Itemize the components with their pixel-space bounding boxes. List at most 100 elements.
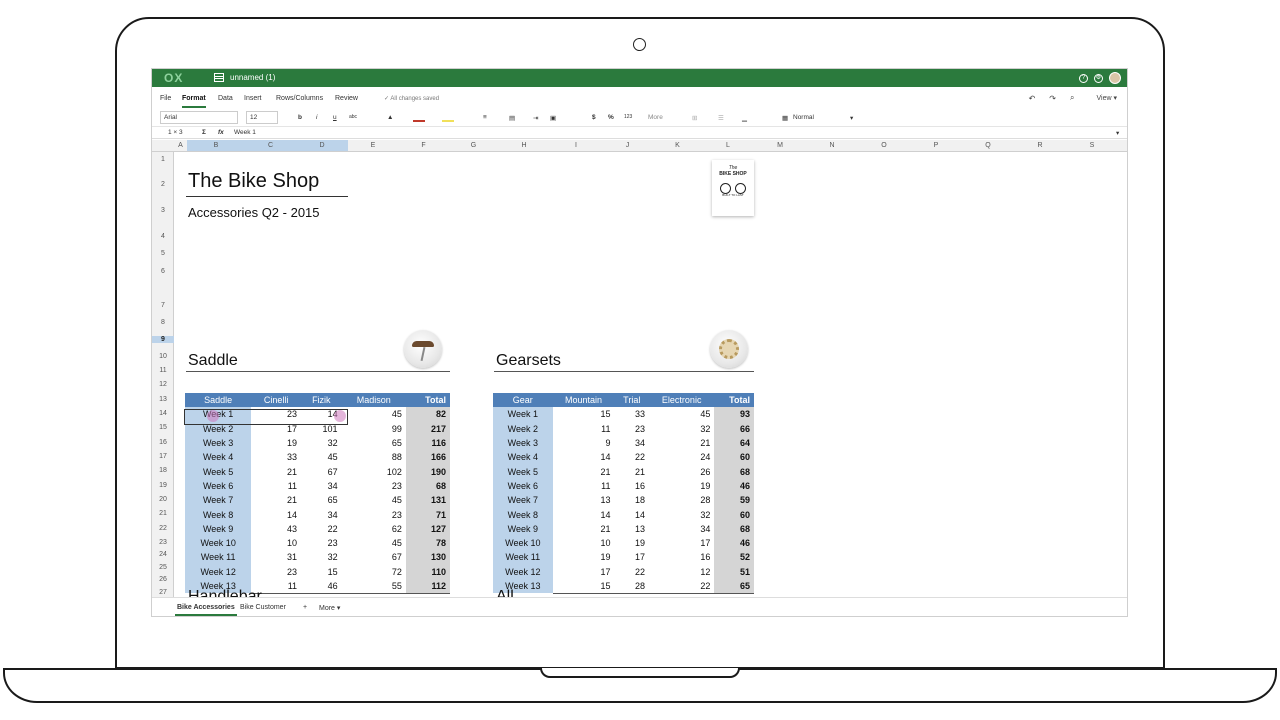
total-cell[interactable]: 60	[714, 507, 754, 522]
value-cell[interactable]: 33	[614, 407, 649, 421]
value-cell[interactable]: 23	[301, 536, 342, 550]
range-indicator[interactable]: 1 × 3	[168, 129, 183, 136]
row-header[interactable]: 26	[152, 576, 174, 583]
value-cell[interactable]: 55	[342, 579, 406, 593]
sum-icon[interactable]: Σ	[202, 129, 206, 136]
column-header[interactable]: R	[1014, 142, 1066, 149]
value-cell[interactable]: 45	[301, 450, 342, 464]
app-logo[interactable]: OX	[164, 71, 183, 85]
row-label-cell[interactable]: Week 2	[493, 421, 553, 436]
row-header[interactable]: 5	[152, 250, 174, 257]
row-label-cell[interactable]: Week 6	[493, 478, 553, 494]
value-cell[interactable]: 14	[553, 450, 615, 464]
tab-bike-accessories[interactable]: Bike Accessories	[175, 604, 237, 616]
total-cell[interactable]: 52	[714, 550, 754, 565]
row-label-cell[interactable]: Week 12	[493, 564, 553, 579]
total-cell[interactable]: 130	[405, 550, 450, 565]
value-cell[interactable]: 17	[251, 422, 301, 436]
column-header[interactable]: J	[602, 142, 653, 149]
total-cell[interactable]: 93	[714, 407, 754, 422]
row-header[interactable]: 7	[152, 302, 174, 309]
total-cell[interactable]: 64	[714, 435, 754, 451]
column-header[interactable]: D	[296, 140, 348, 151]
row-label-cell[interactable]: Week 12	[185, 564, 252, 579]
value-cell[interactable]: 88	[342, 450, 406, 464]
row-label-cell[interactable]: Week 4	[493, 450, 553, 465]
italic-button[interactable]: i	[316, 114, 317, 121]
value-cell[interactable]: 23	[342, 507, 406, 521]
value-cell[interactable]: 45	[342, 407, 406, 421]
total-cell[interactable]: 82	[405, 407, 450, 422]
row-label-cell[interactable]: Week 8	[185, 507, 252, 522]
row-header[interactable]: 3	[152, 207, 174, 214]
value-cell[interactable]: 45	[342, 536, 406, 550]
value-cell[interactable]: 22	[614, 450, 649, 464]
value-cell[interactable]: 22	[301, 522, 342, 536]
bold-button[interactable]: b	[298, 114, 302, 121]
expand-formula-icon[interactable]: ▾	[1116, 129, 1119, 137]
row-label-cell[interactable]: Week 1	[493, 407, 553, 422]
column-header-cell[interactable]: Total	[714, 393, 754, 408]
value-cell[interactable]: 17	[553, 565, 615, 579]
underline-button[interactable]: u	[333, 114, 337, 121]
menu-rows-columns[interactable]: Rows/Columns	[276, 95, 323, 102]
redo-icon[interactable]: ↷	[1049, 94, 1056, 103]
row-header[interactable]: 19	[152, 482, 174, 489]
row-label-cell[interactable]: Week 11	[185, 550, 252, 565]
more-button[interactable]: More	[648, 114, 663, 121]
row-header[interactable]: 15	[152, 424, 174, 431]
value-cell[interactable]: 21	[251, 464, 301, 478]
menu-format[interactable]: Format	[182, 95, 206, 108]
help-icon[interactable]: ?	[1079, 73, 1088, 83]
total-cell[interactable]: 46	[714, 478, 754, 494]
value-cell[interactable]: 16	[649, 550, 714, 564]
value-cell[interactable]: 28	[649, 493, 714, 507]
row-label-cell[interactable]: Week 9	[185, 521, 252, 536]
row-header[interactable]: 14	[152, 410, 174, 417]
value-cell[interactable]: 14	[614, 507, 649, 521]
cell-style-select[interactable]: Normal	[793, 114, 814, 121]
value-cell[interactable]: 31	[251, 550, 301, 564]
font-color-icon[interactable]	[413, 114, 425, 122]
avatar[interactable]	[1109, 72, 1121, 84]
row-header[interactable]: 24	[152, 551, 174, 558]
value-cell[interactable]: 32	[649, 507, 714, 521]
value-cell[interactable]: 34	[614, 436, 649, 450]
row-label-cell[interactable]: Week 7	[493, 493, 553, 508]
value-cell[interactable]: 32	[301, 550, 342, 564]
total-cell[interactable]: 46	[714, 535, 754, 551]
value-cell[interactable]: 13	[614, 522, 649, 536]
value-cell[interactable]: 72	[342, 565, 406, 579]
column-header[interactable]: F	[398, 142, 449, 149]
column-header[interactable]: I	[550, 142, 602, 149]
row-label-cell[interactable]: Week 4	[185, 450, 252, 465]
value-cell[interactable]: 16	[614, 479, 649, 493]
value-cell[interactable]: 13	[553, 493, 615, 507]
value-cell[interactable]: 17	[649, 536, 714, 550]
font-family-select[interactable]: Arial	[160, 111, 238, 124]
row-header[interactable]: 9	[152, 336, 174, 343]
row-label-cell[interactable]: Week 10	[185, 535, 252, 551]
total-cell[interactable]: 78	[405, 535, 450, 551]
value-cell[interactable]: 11	[553, 422, 615, 436]
row-label-cell[interactable]: Week 8	[493, 507, 553, 522]
value-cell[interactable]: 34	[649, 522, 714, 536]
row-header[interactable]: 22	[152, 525, 174, 532]
person-icon[interactable]: ▲	[387, 114, 393, 121]
column-header[interactable]: E	[348, 142, 398, 149]
total-cell[interactable]: 68	[405, 478, 450, 494]
row-label-cell[interactable]: Week 3	[493, 435, 553, 451]
value-cell[interactable]: 12	[649, 565, 714, 579]
add-sheet-button[interactable]: +	[303, 604, 307, 611]
row-header[interactable]: 16	[152, 439, 174, 446]
value-cell[interactable]: 10	[553, 536, 615, 550]
row-header[interactable]: 21	[152, 510, 174, 517]
column-header[interactable]: S	[1066, 142, 1118, 149]
value-cell[interactable]: 18	[614, 493, 649, 507]
value-cell[interactable]: 65	[342, 436, 406, 450]
total-cell[interactable]: 217	[405, 421, 450, 436]
total-cell[interactable]: 66	[714, 421, 754, 436]
value-cell[interactable]: 19	[649, 479, 714, 493]
value-cell[interactable]: 19	[553, 550, 615, 564]
menu-file[interactable]: File	[160, 95, 171, 102]
